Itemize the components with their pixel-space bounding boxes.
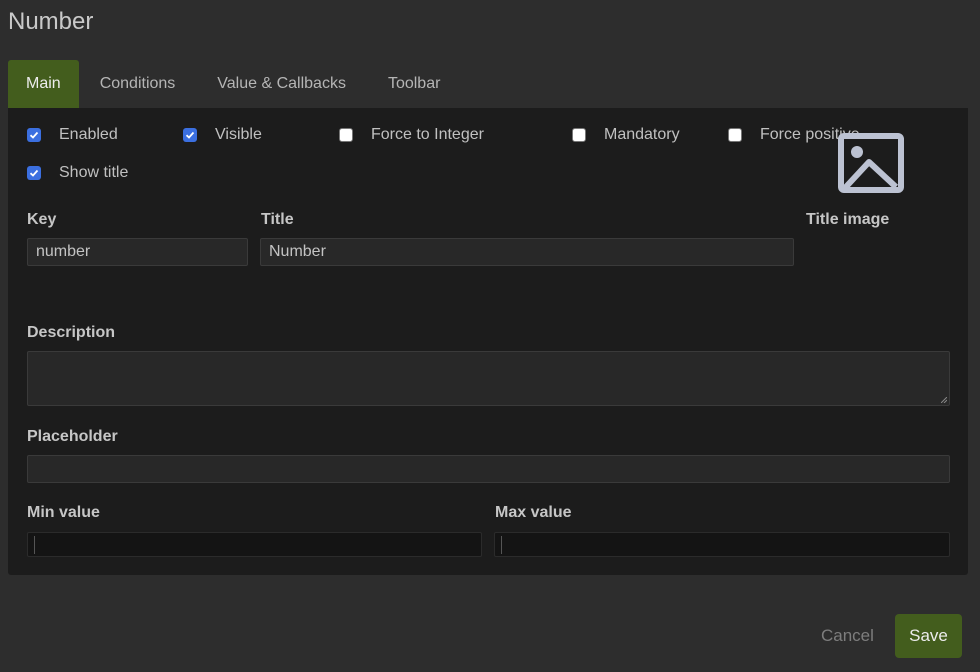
force-integer-label: Force to Integer [371, 126, 484, 143]
checkbox-unchecked-icon[interactable] [728, 128, 742, 142]
min-value-label: Min value [27, 504, 100, 521]
description-textarea[interactable] [27, 351, 950, 406]
resize-handle-icon[interactable] [941, 397, 947, 403]
show-title-label: Show title [59, 164, 129, 181]
tab-bar: Main Conditions Value & Callbacks Toolba… [8, 60, 461, 108]
min-value-input[interactable] [27, 532, 482, 557]
title-input[interactable]: Number [260, 238, 794, 266]
tab-conditions[interactable]: Conditions [79, 60, 197, 108]
force-integer-checkbox[interactable]: Force to Integer [339, 126, 484, 144]
show-title-checkbox[interactable]: Show title [27, 164, 128, 182]
text-caret [34, 535, 35, 554]
title-image-label: Title image [806, 211, 890, 228]
save-button[interactable]: Save [895, 614, 962, 658]
checkbox-unchecked-icon[interactable] [339, 128, 353, 142]
checkbox-checked-icon[interactable] [183, 128, 197, 142]
text-caret [501, 535, 502, 554]
page-title: Number [8, 8, 94, 35]
mandatory-checkbox[interactable]: Mandatory [572, 126, 680, 144]
key-label: Key [27, 211, 57, 228]
title-value: Number [269, 243, 326, 260]
key-input[interactable]: number [27, 238, 248, 266]
max-value-input[interactable] [494, 532, 950, 557]
title-label: Title [261, 211, 294, 228]
checkbox-checked-icon[interactable] [27, 166, 41, 180]
image-placeholder-icon[interactable] [838, 133, 904, 193]
tab-main[interactable]: Main [8, 60, 79, 108]
placeholder-input[interactable] [27, 455, 950, 483]
max-value-label: Max value [495, 504, 572, 521]
tab-toolbar[interactable]: Toolbar [367, 60, 461, 108]
enabled-label: Enabled [59, 126, 118, 143]
description-label: Description [27, 324, 116, 341]
checkbox-checked-icon[interactable] [27, 128, 41, 142]
key-value: number [36, 243, 91, 260]
visible-checkbox[interactable]: Visible [183, 126, 262, 144]
tab-value-callbacks[interactable]: Value & Callbacks [196, 60, 367, 108]
main-panel [8, 108, 968, 575]
enabled-checkbox[interactable]: Enabled [27, 126, 118, 144]
visible-label: Visible [215, 126, 262, 143]
cancel-button[interactable]: Cancel [821, 626, 874, 646]
placeholder-label: Placeholder [27, 428, 118, 445]
mandatory-label: Mandatory [604, 126, 680, 143]
checkbox-unchecked-icon[interactable] [572, 128, 586, 142]
